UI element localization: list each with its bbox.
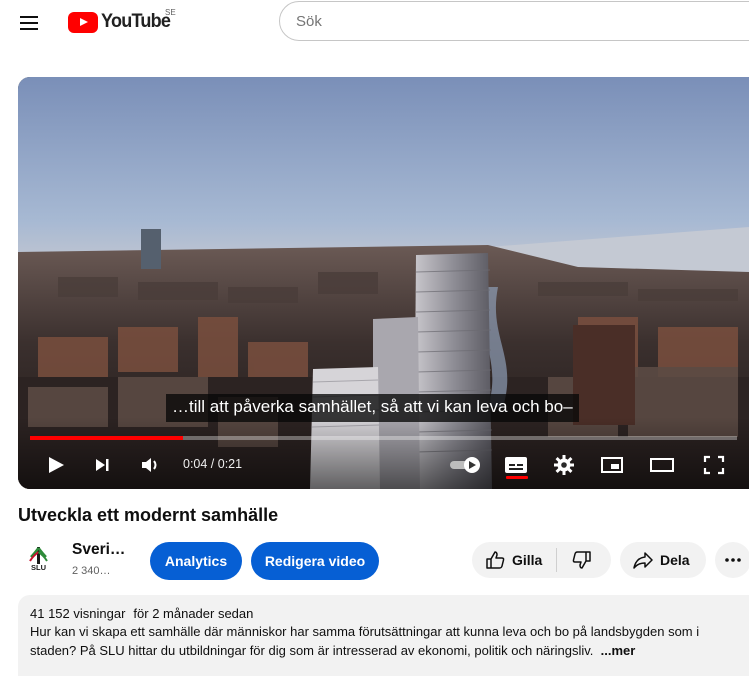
search-box[interactable] — [279, 1, 749, 41]
autoplay-toggle[interactable] — [446, 449, 486, 481]
next-button[interactable] — [86, 449, 118, 481]
autoplay-toggle-icon — [450, 457, 480, 473]
thumbs-down-icon — [573, 551, 592, 569]
more-horizontal-icon — [725, 558, 741, 562]
progress-played — [30, 436, 183, 440]
subtitles-active-indicator — [506, 476, 528, 479]
play-button[interactable] — [40, 449, 72, 481]
analytics-button[interactable]: Analytics — [150, 542, 242, 580]
more-actions-button[interactable] — [715, 542, 749, 578]
like-button[interactable]: Gilla — [472, 542, 556, 578]
theater-mode-icon — [650, 458, 674, 472]
description-body: Hur kan vi skapa ett samhälle där männis… — [30, 624, 700, 658]
volume-icon — [142, 458, 157, 472]
channel-name[interactable]: Sveri… — [72, 541, 125, 559]
mute-button[interactable] — [135, 449, 167, 481]
progress-bar[interactable] — [30, 436, 737, 440]
fullscreen-button[interactable] — [698, 449, 730, 481]
description-text: Hur kan vi skapa ett samhälle där männis… — [30, 622, 745, 660]
description-meta: 41 152 visningar för 2 månader sedan — [30, 606, 749, 621]
skip-next-icon — [96, 459, 109, 471]
video-frame — [18, 77, 749, 489]
subtitles-icon — [505, 457, 527, 473]
settings-button[interactable] — [548, 449, 580, 481]
subscriber-count: 2 340… — [72, 565, 111, 577]
search-input[interactable] — [296, 12, 696, 30]
share-button[interactable]: Dela — [620, 542, 706, 578]
video-player[interactable]: …till att påverka samhället, så att vi k… — [18, 77, 749, 489]
description-box[interactable]: 41 152 visningar för 2 månader sedan Hur … — [18, 595, 749, 676]
country-code: SE — [165, 8, 176, 17]
like-label: Gilla — [512, 552, 543, 568]
youtube-logo[interactable]: YouTube — [68, 9, 174, 35]
subtitle-caption: …till att påverka samhället, så att vi k… — [166, 394, 579, 422]
video-title: Utveckla ett modernt samhälle — [18, 505, 279, 525]
dislike-button[interactable] — [557, 542, 607, 578]
like-dislike-group: Gilla — [472, 542, 611, 578]
time-display: 0:04 / 0:21 — [183, 457, 243, 471]
upload-date: för 2 månader sedan — [133, 606, 254, 621]
fullscreen-icon — [703, 455, 725, 475]
youtube-play-icon — [68, 11, 98, 33]
show-more-link[interactable]: ...mer — [601, 643, 636, 658]
miniplayer-button[interactable] — [596, 449, 628, 481]
avatar-label: SLU — [31, 563, 46, 572]
thumbs-up-icon — [486, 551, 505, 569]
channel-avatar[interactable]: SLU — [23, 542, 57, 576]
edit-video-button[interactable]: Redigera video — [251, 542, 379, 580]
menu-icon[interactable] — [19, 12, 41, 34]
player-controls: 0:04 / 0:21 — [18, 449, 749, 481]
logo-text: YouTube — [101, 11, 171, 32]
share-label: Dela — [660, 552, 690, 568]
masthead: YouTube SE — [0, 0, 749, 56]
view-count: 41 152 visningar — [30, 606, 126, 621]
gear-icon — [554, 455, 574, 475]
share-icon — [633, 552, 653, 569]
play-icon — [49, 457, 64, 473]
theater-mode-button[interactable] — [646, 449, 678, 481]
miniplayer-icon — [601, 457, 623, 473]
